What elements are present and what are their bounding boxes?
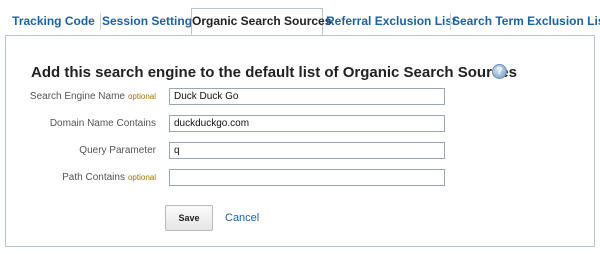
optional-tag: optional xyxy=(127,92,156,101)
settings-frame: Tracking Code Session Settings Organic S… xyxy=(5,8,600,247)
cancel-link[interactable]: Cancel xyxy=(225,212,259,224)
search-engine-name-input[interactable] xyxy=(169,88,445,105)
domain-name-contains-label: Domain Name Contains xyxy=(49,118,156,129)
help-icon[interactable]: ? xyxy=(492,64,507,79)
path-contains-label: Path Contains optional xyxy=(62,172,156,183)
tab-session-settings[interactable]: Session Settings xyxy=(102,8,199,34)
tab-search-term-exclusion-list[interactable]: Search Term Exclusion List xyxy=(452,8,600,34)
tab-divider xyxy=(450,13,451,30)
tab-referral-exclusion-list[interactable]: Referral Exclusion List xyxy=(326,8,456,34)
tab-bar: Tracking Code Session Settings Organic S… xyxy=(5,8,600,36)
form-heading: Add this search engine to the default li… xyxy=(31,64,517,81)
search-engine-name-label-text: Search Engine Name xyxy=(29,91,125,102)
query-parameter-input[interactable] xyxy=(169,142,445,159)
path-contains-label-text: Path Contains xyxy=(62,172,125,183)
tab-divider xyxy=(100,13,101,30)
optional-tag: optional xyxy=(127,173,156,182)
tab-organic-search-sources[interactable]: Organic Search Sources xyxy=(191,8,331,35)
domain-name-contains-input[interactable] xyxy=(169,115,445,132)
save-button[interactable]: Save xyxy=(165,205,213,231)
search-engine-name-label: Search Engine Name optional xyxy=(30,91,156,102)
organic-search-form-panel: Add this search engine to the default li… xyxy=(5,35,595,247)
query-parameter-label: Query Parameter xyxy=(79,145,156,156)
path-contains-input[interactable] xyxy=(169,169,445,186)
tab-tracking-code[interactable]: Tracking Code xyxy=(9,8,98,34)
